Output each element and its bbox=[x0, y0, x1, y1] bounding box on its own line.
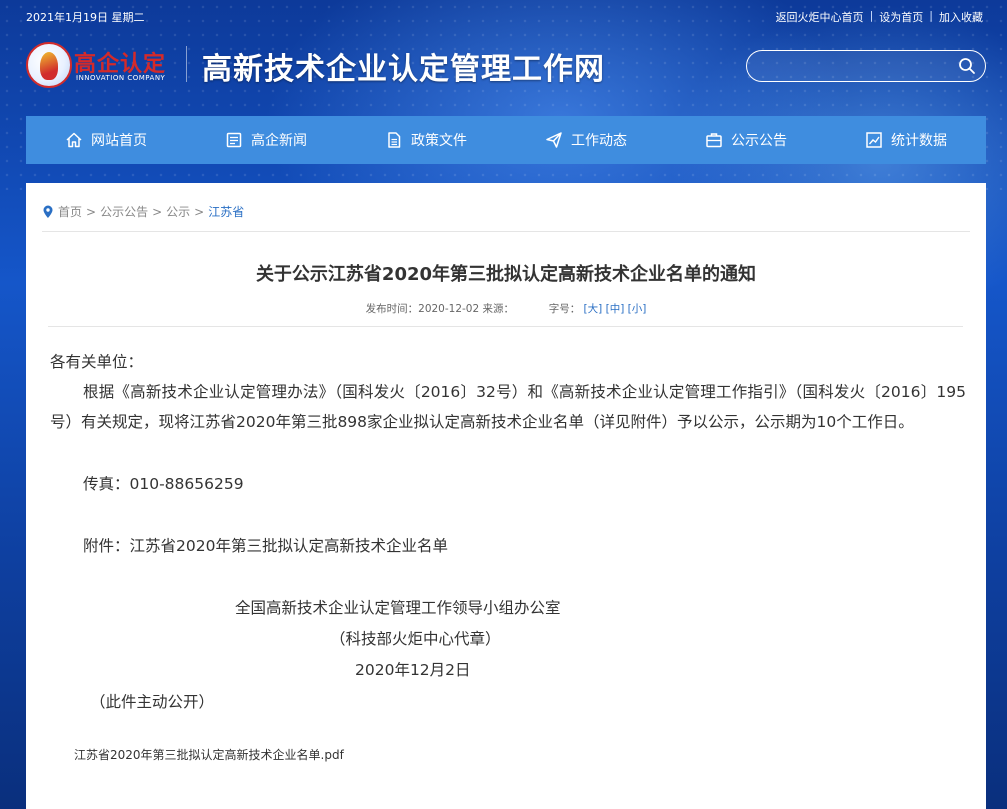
meta-divider bbox=[48, 326, 963, 327]
font-size-control: 字号： [大] [中] [小] bbox=[549, 303, 647, 315]
breadcrumb-divider bbox=[42, 231, 970, 232]
nav-label: 高企新闻 bbox=[251, 133, 307, 149]
publish-label: 发布时间： bbox=[365, 303, 419, 315]
public-note: （此件主动公开） bbox=[90, 693, 215, 711]
main-nav: 网站首页 高企新闻 政策文件 工作动态 公示公告 统计数据 bbox=[26, 116, 986, 164]
signature-date: 2020年12月2日 bbox=[355, 661, 471, 679]
current-date: 2021年1月19日 星期二 bbox=[26, 11, 145, 24]
breadcrumb-sep: > bbox=[152, 204, 163, 219]
set-homepage-link[interactable]: 设为首页 bbox=[879, 9, 923, 25]
breadcrumb-sep: > bbox=[194, 204, 205, 219]
breadcrumb-home[interactable]: 首页 bbox=[58, 203, 82, 220]
breadcrumb-sep: > bbox=[86, 204, 97, 219]
back-to-torch-link[interactable]: 返回火炬中心首页 bbox=[776, 9, 864, 25]
briefcase-icon bbox=[706, 133, 722, 148]
content-card: 首页 > 公示公告 > 公示 > 江苏省 关于公示江苏省2020年第三批拟认定高… bbox=[26, 183, 986, 809]
breadcrumb-publicity[interactable]: 公示 bbox=[166, 203, 190, 220]
source-label: 来源： bbox=[482, 303, 515, 315]
nav-policy[interactable]: 政策文件 bbox=[346, 116, 506, 164]
top-links: 返回火炬中心首页 | 设为首页 | 加入收藏 bbox=[776, 9, 983, 25]
nav-work-news[interactable]: 工作动态 bbox=[506, 116, 666, 164]
article-meta: 发布时间：2020-12-02 来源： 字号： [大] [中] [小] bbox=[26, 301, 986, 316]
site-title: 高新技术企业认定管理工作网 bbox=[202, 52, 605, 87]
nav-news[interactable]: 高企新闻 bbox=[186, 116, 346, 164]
logo-emblem-icon bbox=[26, 42, 72, 88]
add-favorite-link[interactable]: 加入收藏 bbox=[939, 9, 983, 25]
search-input[interactable] bbox=[759, 56, 949, 76]
font-size-medium-button[interactable]: [中] bbox=[606, 303, 625, 315]
location-pin-icon bbox=[43, 205, 53, 218]
breadcrumb-announcements[interactable]: 公示公告 bbox=[100, 203, 148, 220]
nav-home[interactable]: 网站首页 bbox=[26, 116, 186, 164]
document-icon bbox=[388, 132, 401, 148]
nav-announcements[interactable]: 公示公告 bbox=[666, 116, 826, 164]
attachment-file-link[interactable]: 江苏省2020年第三批拟认定高新技术企业名单.pdf bbox=[74, 740, 344, 770]
nav-label: 统计数据 bbox=[891, 133, 947, 149]
logo-subtext: INNOVATION COMPANY bbox=[76, 74, 166, 82]
signature-office: 全国高新技术企业认定管理工作领导小组办公室 bbox=[235, 599, 561, 617]
link-separator: | bbox=[869, 9, 874, 22]
chart-icon bbox=[866, 132, 882, 148]
nav-label: 工作动态 bbox=[571, 133, 627, 149]
site-logo[interactable]: 高企认定 INNOVATION COMPANY bbox=[26, 40, 186, 90]
paper-plane-icon bbox=[546, 132, 562, 148]
breadcrumb-current[interactable]: 江苏省 bbox=[208, 203, 244, 220]
news-icon bbox=[226, 132, 242, 148]
top-bar: 2021年1月19日 星期二 返回火炬中心首页 | 设为首页 | 加入收藏 bbox=[0, 0, 1007, 32]
search-box bbox=[746, 50, 986, 82]
main-paragraph: 根据《高新技术企业认定管理办法》（国科发火〔2016〕32号）和《高新技术企业认… bbox=[50, 383, 966, 431]
nav-label: 网站首页 bbox=[91, 133, 147, 149]
greeting: 各有关单位： bbox=[50, 353, 144, 371]
publish-date: 2020-12-02 bbox=[418, 303, 480, 315]
fax-line: 传真：010-88656259 bbox=[83, 475, 244, 493]
article-title: 关于公示江苏省2020年第三批拟认定高新技术企业名单的通知 bbox=[255, 264, 757, 285]
home-icon bbox=[66, 132, 82, 148]
nav-statistics[interactable]: 统计数据 bbox=[826, 116, 986, 164]
nav-label: 公示公告 bbox=[731, 133, 787, 149]
font-size-small-button[interactable]: [小] bbox=[628, 303, 647, 315]
header-divider bbox=[186, 46, 187, 82]
link-separator: | bbox=[929, 9, 933, 22]
attachment-line: 附件：江苏省2020年第三批拟认定高新技术企业名单 bbox=[83, 537, 448, 555]
nav-label: 政策文件 bbox=[411, 133, 467, 149]
font-size-label: 字号： bbox=[548, 303, 581, 315]
font-size-large-button[interactable]: [大] bbox=[584, 303, 603, 315]
signature-agent: （科技部火炬中心代章） bbox=[330, 630, 501, 648]
breadcrumb: 首页 > 公示公告 > 公示 > 江苏省 bbox=[42, 203, 244, 220]
search-icon[interactable] bbox=[957, 56, 977, 76]
